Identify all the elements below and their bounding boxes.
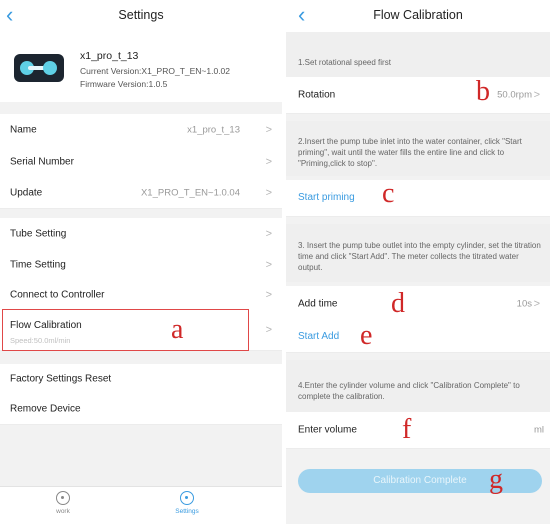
connect-controller-row[interactable]: Connect to Controller > [0, 280, 282, 311]
flow-calibration-label: Flow Calibration [10, 320, 82, 331]
marker-c: c [382, 178, 395, 209]
volume-label: Enter volume [298, 424, 357, 436]
serial-number-label: Serial Number [10, 156, 74, 168]
marker-f: f [402, 414, 412, 445]
add-time-value: 10s [516, 298, 532, 310]
factory-reset-row[interactable]: Factory Settings Reset [0, 364, 282, 395]
calibration-complete-button[interactable]: Calibration Complete [298, 469, 542, 493]
work-icon [56, 491, 70, 505]
connect-controller-label: Connect to Controller [10, 289, 105, 301]
firmware-version: Firmware Version:1.0.5 [80, 79, 168, 89]
chevron-right-icon: > [265, 289, 272, 301]
device-card: x1_pro_t_13 Current Version:X1_PRO_T_EN~… [0, 32, 282, 102]
page-title: Settings [118, 8, 164, 22]
time-setting-row[interactable]: Time Setting > [0, 249, 282, 281]
settings-header: ‹ Settings [0, 0, 282, 32]
flow-header: ‹ Flow Calibration [286, 0, 550, 32]
chevron-right-icon: > [265, 324, 272, 336]
name-label: Name [10, 124, 37, 136]
time-setting-label: Time Setting [10, 259, 66, 270]
start-priming-row: Start priming [286, 180, 550, 217]
factory-reset-label: Factory Settings Reset [10, 373, 112, 385]
marker-a: a [171, 314, 184, 345]
step3-text: 3. Insert the pump tube outlet into the … [298, 241, 541, 272]
tube-setting-row[interactable]: Tube Setting > [0, 218, 282, 250]
remove-device-row[interactable]: Remove Device [0, 394, 282, 425]
start-add-link[interactable]: Start Add [298, 331, 339, 342]
step3-instruction: 3. Insert the pump tube outlet into the … [286, 224, 550, 282]
chevron-right-icon: > [265, 124, 272, 136]
chevron-right-icon: > [265, 187, 272, 199]
chevron-right-icon: > [265, 258, 272, 271]
chevron-right-icon: > [533, 298, 540, 310]
marker-b: b [476, 76, 490, 107]
step1-text: 1.Set rotational speed first [298, 58, 391, 67]
add-time-label: Add time [298, 298, 338, 310]
tube-setting-label: Tube Setting [10, 228, 67, 239]
update-row[interactable]: Update X1_PRO_T_EN~1.0.04 > [0, 178, 282, 209]
tab-work-label: work [56, 508, 70, 515]
marker-e: e [360, 320, 373, 351]
step2-text: 2.Insert the pump tube inlet into the wa… [298, 137, 522, 168]
settings-screen: ‹ Settings x1_pro_t_13 Current Version:X… [0, 0, 282, 524]
marker-d: d [391, 288, 405, 319]
flow-calibration-screen: ‹ Flow Calibration 1.Set rotational spee… [286, 0, 550, 524]
update-value: X1_PRO_T_EN~1.0.04 [140, 187, 240, 199]
device-icon [14, 54, 64, 82]
chevron-right-icon: > [533, 89, 540, 101]
device-name: x1_pro_t_13 [80, 50, 139, 62]
tab-settings-label: Settings [175, 508, 199, 515]
chevron-right-icon: > [265, 227, 272, 240]
start-add-row: Start Add [286, 322, 550, 353]
step4-instruction: 4.Enter the cylinder volume and click "C… [286, 360, 550, 412]
chevron-right-icon: > [265, 156, 272, 168]
flow-speed-value: Speed:50.0ml/min [10, 336, 71, 345]
name-value: x1_pro_t_13 [187, 124, 240, 136]
tab-bar: work Settings [0, 486, 282, 524]
add-time-row[interactable]: Add time 10s > [286, 286, 550, 323]
rotation-row[interactable]: Rotation 50.0rpm > [286, 77, 550, 114]
tab-work[interactable]: work [33, 487, 93, 515]
flow-calibration-row[interactable]: Flow Calibration Speed:50.0ml/min > [0, 310, 282, 351]
tab-settings[interactable]: Settings [157, 487, 217, 515]
page-title: Flow Calibration [373, 8, 463, 22]
step2-instruction: 2.Insert the pump tube inlet into the wa… [286, 121, 550, 176]
step1-instruction: 1.Set rotational speed first [286, 32, 550, 77]
volume-unit: ml [533, 424, 544, 436]
name-row[interactable]: Name x1_pro_t_13 > [0, 114, 282, 147]
current-version: Current Version:X1_PRO_T_EN~1.0.02 [80, 66, 231, 76]
marker-g: g [489, 464, 503, 495]
rotation-value: 50.0rpm [497, 89, 532, 101]
step4-text: 4.Enter the cylinder volume and click "C… [298, 381, 520, 401]
serial-number-row[interactable]: Serial Number > [0, 146, 282, 179]
update-label: Update [10, 187, 43, 199]
remove-device-label: Remove Device [10, 403, 81, 415]
rotation-label: Rotation [298, 89, 336, 101]
volume-row[interactable]: Enter volume ml [286, 412, 550, 449]
start-priming-link[interactable]: Start priming [298, 192, 355, 203]
gear-icon [180, 491, 194, 505]
